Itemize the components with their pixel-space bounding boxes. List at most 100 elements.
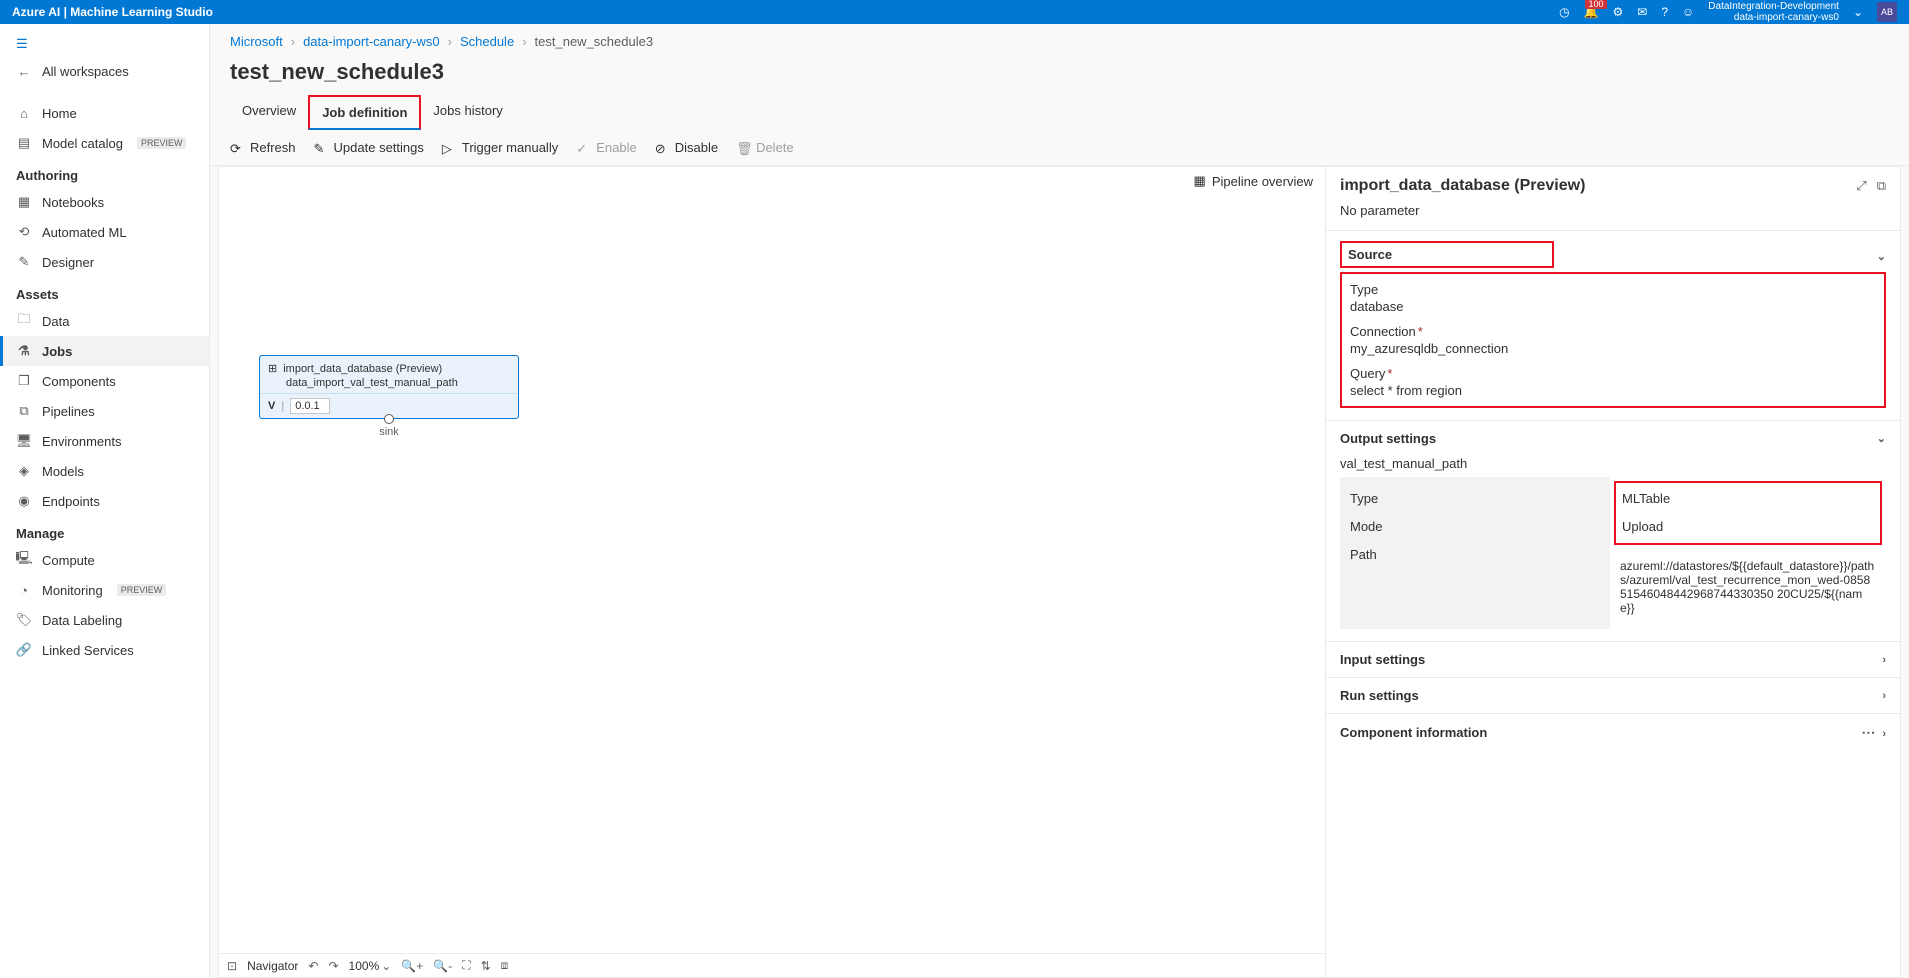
- sink-label: sink: [379, 426, 399, 438]
- sidebar-item-home[interactable]: ⌂ Home: [0, 98, 209, 128]
- navigator-icon[interactable]: ⊡: [227, 959, 237, 973]
- pipelines-icon: ⧉: [16, 403, 32, 419]
- pipeline-node[interactable]: ⊞ import_data_database (Preview) data_im…: [259, 355, 519, 419]
- output-name: val_test_manual_path: [1340, 456, 1886, 471]
- chevron-down-icon[interactable]: ⌄: [381, 959, 391, 973]
- pipeline-canvas: ▦ Pipeline overview ⊞ import_data_databa…: [219, 167, 1325, 977]
- refresh-button[interactable]: ⟳ Refresh: [230, 140, 296, 155]
- node-title: import_data_database (Preview): [283, 363, 442, 375]
- toolbar-label: Trigger manually: [462, 140, 558, 155]
- feedback-icon[interactable]: ✉: [1637, 5, 1647, 19]
- sidebar-item-models[interactable]: ◈ Models: [0, 456, 209, 486]
- disable-button[interactable]: ⊘ Disable: [655, 140, 718, 155]
- monitoring-icon: ◔: [16, 582, 32, 598]
- sidebar-item-environments[interactable]: 🖥 Environments: [0, 426, 209, 456]
- sidebar-item-automated-ml[interactable]: ⟲ Automated ML: [0, 217, 209, 247]
- popout-icon[interactable]: ⧉: [1877, 178, 1886, 194]
- version-value[interactable]: 0.0.1: [290, 398, 330, 414]
- sidebar-item-designer[interactable]: ✎ Designer: [0, 247, 209, 277]
- sidebar-label: Environments: [42, 434, 121, 449]
- zoom-out-icon[interactable]: 🔍-: [433, 959, 452, 973]
- run-settings-header[interactable]: Run settings ›: [1326, 678, 1900, 713]
- preview-badge: PREVIEW: [117, 584, 167, 596]
- delete-button: 🗑 Delete: [736, 140, 794, 155]
- zoom-in-icon[interactable]: 🔍+: [401, 959, 423, 973]
- chevron-right-icon: ›: [1882, 654, 1886, 666]
- section-input-settings: Input settings ›: [1326, 641, 1900, 677]
- section-component-information: Component information ⋯›: [1326, 713, 1900, 751]
- sidebar-item-notebooks[interactable]: ▦ Notebooks: [0, 187, 209, 217]
- connection-label: Connection: [1350, 324, 1416, 339]
- sidebar-item-monitoring[interactable]: ◔ Monitoring PREVIEW: [0, 575, 209, 605]
- avatar[interactable]: AB: [1877, 2, 1897, 22]
- sidebar-item-linked-services[interactable]: 🔗 Linked Services: [0, 635, 209, 665]
- overview-icon: ▦: [1194, 173, 1206, 189]
- sidebar-item-pipelines[interactable]: ⧉ Pipelines: [0, 396, 209, 426]
- product-title: Azure AI | Machine Learning Studio: [12, 5, 213, 19]
- required-asterisk: *: [1387, 366, 1392, 381]
- breadcrumb: Microsoft › data-import-canary-ws0 › Sch…: [210, 24, 1909, 53]
- tab-job-definition[interactable]: Job definition: [308, 95, 421, 130]
- sidebar-item-jobs[interactable]: ⚗ Jobs: [0, 336, 209, 366]
- output-settings-label: Output settings: [1340, 431, 1436, 446]
- models-icon: ◈: [16, 463, 32, 479]
- details-panel: import_data_database (Preview) ⤢ ⧉ No pa…: [1325, 167, 1900, 977]
- canvas-footer: ⊡ Navigator ↶ ↷ 100% ⌄ 🔍+ 🔍- ⛶ ⇅ ⧈: [219, 953, 1325, 977]
- query-value: select * from region: [1350, 383, 1876, 398]
- trigger-manually-button[interactable]: ▷ Trigger manually: [442, 140, 558, 155]
- toolbar: ⟳ Refresh ✎ Update settings ▷ Trigger ma…: [210, 130, 1909, 166]
- sidebar-label: Linked Services: [42, 643, 134, 658]
- fit-icon[interactable]: ⛶: [462, 958, 470, 973]
- sidebar-label: Monitoring: [42, 583, 103, 598]
- chevron-down-icon[interactable]: ⌄: [1853, 5, 1863, 19]
- chevron-down-icon: ⌄: [1877, 432, 1886, 445]
- catalog-icon: ▤: [16, 135, 32, 151]
- sidebar: ☰ ← All workspaces ⌂ Home ▤ Model catalo…: [0, 24, 210, 978]
- breadcrumb-link[interactable]: Schedule: [460, 34, 514, 49]
- navigator-label: Navigator: [247, 959, 298, 973]
- sidebar-item-endpoints[interactable]: ◉ Endpoints: [0, 486, 209, 516]
- toolbar-label: Disable: [675, 140, 718, 155]
- smiley-icon[interactable]: ☺: [1682, 5, 1694, 19]
- output-path-label: Path: [1350, 541, 1600, 569]
- clock-icon[interactable]: ◷: [1559, 5, 1569, 19]
- undo-icon[interactable]: ↶: [308, 959, 318, 973]
- toolbar-label: Delete: [756, 140, 794, 155]
- component-info-header[interactable]: Component information ⋯›: [1326, 714, 1900, 751]
- run-settings-label: Run settings: [1340, 688, 1419, 703]
- sidebar-item-components[interactable]: ❐ Components: [0, 366, 209, 396]
- top-bar-actions: ◷ 🔔100 ⚙ ✉ ? ☺ DataIntegration-Developme…: [1559, 1, 1897, 23]
- hamburger-menu[interactable]: ☰: [0, 32, 209, 56]
- output-settings-header[interactable]: Output settings ⌄: [1326, 421, 1900, 456]
- sidebar-item-data-labeling[interactable]: 🏷 Data Labeling: [0, 605, 209, 635]
- pipeline-overview-label: Pipeline overview: [1212, 174, 1313, 189]
- output-mode-label: Mode: [1350, 513, 1600, 541]
- notifications-icon[interactable]: 🔔100: [1584, 5, 1599, 19]
- sidebar-item-compute[interactable]: 🖳 Compute: [0, 545, 209, 575]
- workspace-selector[interactable]: DataIntegration-Development data-import-…: [1708, 1, 1839, 23]
- input-settings-header[interactable]: Input settings ›: [1326, 642, 1900, 677]
- environments-icon: 🖥: [16, 433, 32, 449]
- more-icon[interactable]: ⋯: [1861, 724, 1876, 740]
- redo-icon[interactable]: ↷: [328, 959, 338, 973]
- node-output-port[interactable]: [384, 414, 394, 424]
- tab-overview[interactable]: Overview: [230, 95, 308, 130]
- settings-icon[interactable]: ⚙: [1613, 5, 1624, 19]
- pipeline-overview-button[interactable]: ▦ Pipeline overview: [1194, 173, 1313, 189]
- layout-icon[interactable]: ⧈: [501, 958, 509, 973]
- breadcrumb-link[interactable]: Microsoft: [230, 34, 283, 49]
- sort-icon[interactable]: ⇅: [481, 959, 491, 973]
- update-settings-button[interactable]: ✎ Update settings: [314, 140, 424, 155]
- output-path-value: azureml://datastores/${{default_datastor…: [1620, 553, 1876, 621]
- expand-icon[interactable]: ⤢: [1856, 178, 1866, 194]
- sidebar-item-all-workspaces[interactable]: ← All workspaces: [0, 56, 209, 86]
- refresh-icon: ⟳: [230, 141, 244, 155]
- tab-jobs-history[interactable]: Jobs history: [421, 95, 514, 130]
- canvas-body[interactable]: ⊞ import_data_database (Preview) data_im…: [219, 195, 1325, 953]
- sidebar-item-data[interactable]: 🗀 Data: [0, 306, 209, 336]
- content-area: ▦ Pipeline overview ⊞ import_data_databa…: [218, 166, 1901, 978]
- chevron-right-icon: ›: [448, 34, 452, 49]
- help-icon[interactable]: ?: [1661, 5, 1668, 19]
- breadcrumb-link[interactable]: data-import-canary-ws0: [303, 34, 440, 49]
- sidebar-item-model-catalog[interactable]: ▤ Model catalog PREVIEW: [0, 128, 209, 158]
